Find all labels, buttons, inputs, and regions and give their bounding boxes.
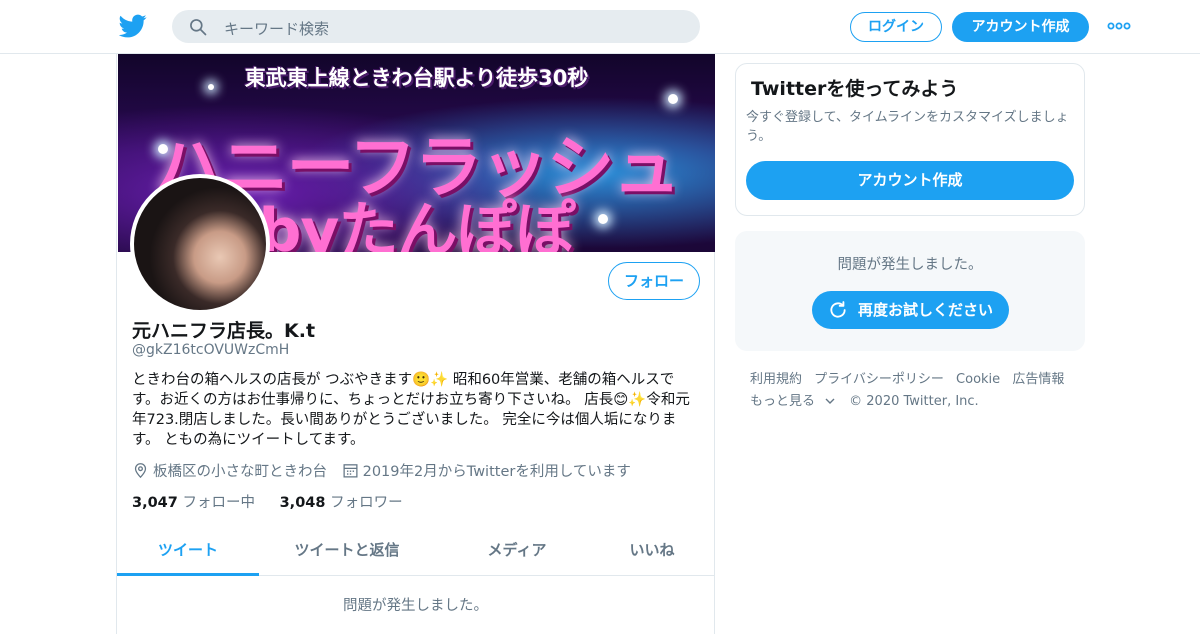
refresh-icon — [830, 301, 846, 318]
followers-link[interactable]: 3,048 フォロワー — [280, 491, 403, 512]
signup-button[interactable]: アカウント作成 — [952, 12, 1089, 42]
signup-card-button[interactable]: アカウント作成 — [746, 161, 1074, 200]
following-label: フォロー中 — [182, 495, 255, 511]
sidebar-error-text: 問題が発生しました。 — [837, 257, 983, 273]
signup-card-description: 今すぐ登録して、タイムラインをカスタマイズしましょう。 — [746, 110, 1069, 144]
follow-button[interactable]: フォロー — [608, 262, 700, 300]
chevron-down-icon — [825, 398, 835, 404]
profile-card: 東武東上線ときわ台駅より徒歩30秒 ハニーフラッシュ byたんぽぽ フォロー 元… — [116, 54, 715, 634]
banner-subtitle: 東武東上線ときわ台駅より徒歩30秒 — [244, 66, 589, 90]
tab-tweets[interactable]: ツイート — [117, 534, 259, 576]
followers-count: 3,048 — [279, 495, 326, 511]
top-navigation-bar: キーワード検索 ログイン アカウント作成 — [0, 0, 1200, 54]
profile-bio: ときわ台の箱ヘルスの店長が つぶやきます🙂✨ 昭和60年営業、老舗の箱ヘルスです… — [132, 372, 690, 448]
banner-sparkle — [668, 94, 678, 104]
profile-handle: @gkZ16tcOVUWzCmH — [132, 342, 290, 358]
location-text: 板橋区の小さな町ときわ台 — [153, 464, 327, 480]
following-count: 3,047 — [132, 495, 178, 511]
calendar-icon — [343, 464, 358, 478]
signup-prompt-card: Twitterを使ってみよう 今すぐ登録して、タイムラインをカスタマイズしましょ… — [735, 63, 1085, 216]
location-pin-icon — [134, 463, 147, 479]
profile-tabs: ツイート ツイートと返信 メディア いいね — [117, 534, 714, 576]
footer-link-cookie[interactable]: Cookie — [956, 372, 1000, 387]
search-icon — [190, 19, 207, 36]
search-input[interactable]: キーワード検索 — [224, 18, 329, 39]
footer-more-label: もっと見る — [750, 394, 816, 409]
tab-likes[interactable]: いいね — [597, 534, 707, 576]
profile-counts: 3,047 フォロー中 3,048 フォロワー — [132, 491, 423, 512]
following-link[interactable]: 3,047 フォロー中 — [132, 491, 255, 512]
profile-meta: 板橋区の小さな町ときわ台 2019年2月からTwitterを利用しています — [132, 460, 641, 481]
timeline-error-text: 問題が発生しました。 — [343, 598, 488, 614]
avatar[interactable] — [130, 174, 270, 314]
followers-label: フォロワー — [330, 495, 403, 511]
footer-links: 利用規約 プライバシーポリシー Cookie 広告情報 もっと見る © 2020… — [750, 369, 1090, 413]
retry-label: 再度お試しください — [858, 301, 994, 319]
profile-name: 元ハニフラ店長。K.t — [132, 320, 316, 342]
login-button[interactable]: ログイン — [850, 12, 942, 42]
search-box[interactable]: キーワード検索 — [172, 10, 700, 43]
tab-tweets-and-replies[interactable]: ツイートと返信 — [277, 534, 417, 576]
sidebar-error-card: 問題が発生しました。 再度お試しください — [735, 231, 1085, 351]
tab-media[interactable]: メディア — [447, 534, 587, 576]
profile-joined: 2019年2月からTwitterを利用しています — [342, 460, 631, 481]
footer-link-terms[interactable]: 利用規約 — [750, 372, 802, 387]
retry-button[interactable]: 再度お試しください — [812, 291, 1009, 329]
more-options-icon[interactable] — [1107, 19, 1131, 33]
signup-card-title: Twitterを使ってみよう — [751, 78, 959, 100]
footer-more-link[interactable]: もっと見る — [750, 394, 845, 409]
footer-link-ads[interactable]: 広告情報 — [1012, 372, 1064, 387]
joined-text: 2019年2月からTwitterを利用しています — [362, 464, 631, 480]
footer-link-privacy[interactable]: プライバシーポリシー — [814, 372, 944, 387]
footer-copyright: © 2020 Twitter, Inc. — [849, 394, 979, 409]
profile-location: 板橋区の小さな町ときわ台 — [132, 460, 327, 481]
twitter-bird-icon[interactable] — [119, 12, 147, 40]
avatar-image — [134, 178, 266, 310]
